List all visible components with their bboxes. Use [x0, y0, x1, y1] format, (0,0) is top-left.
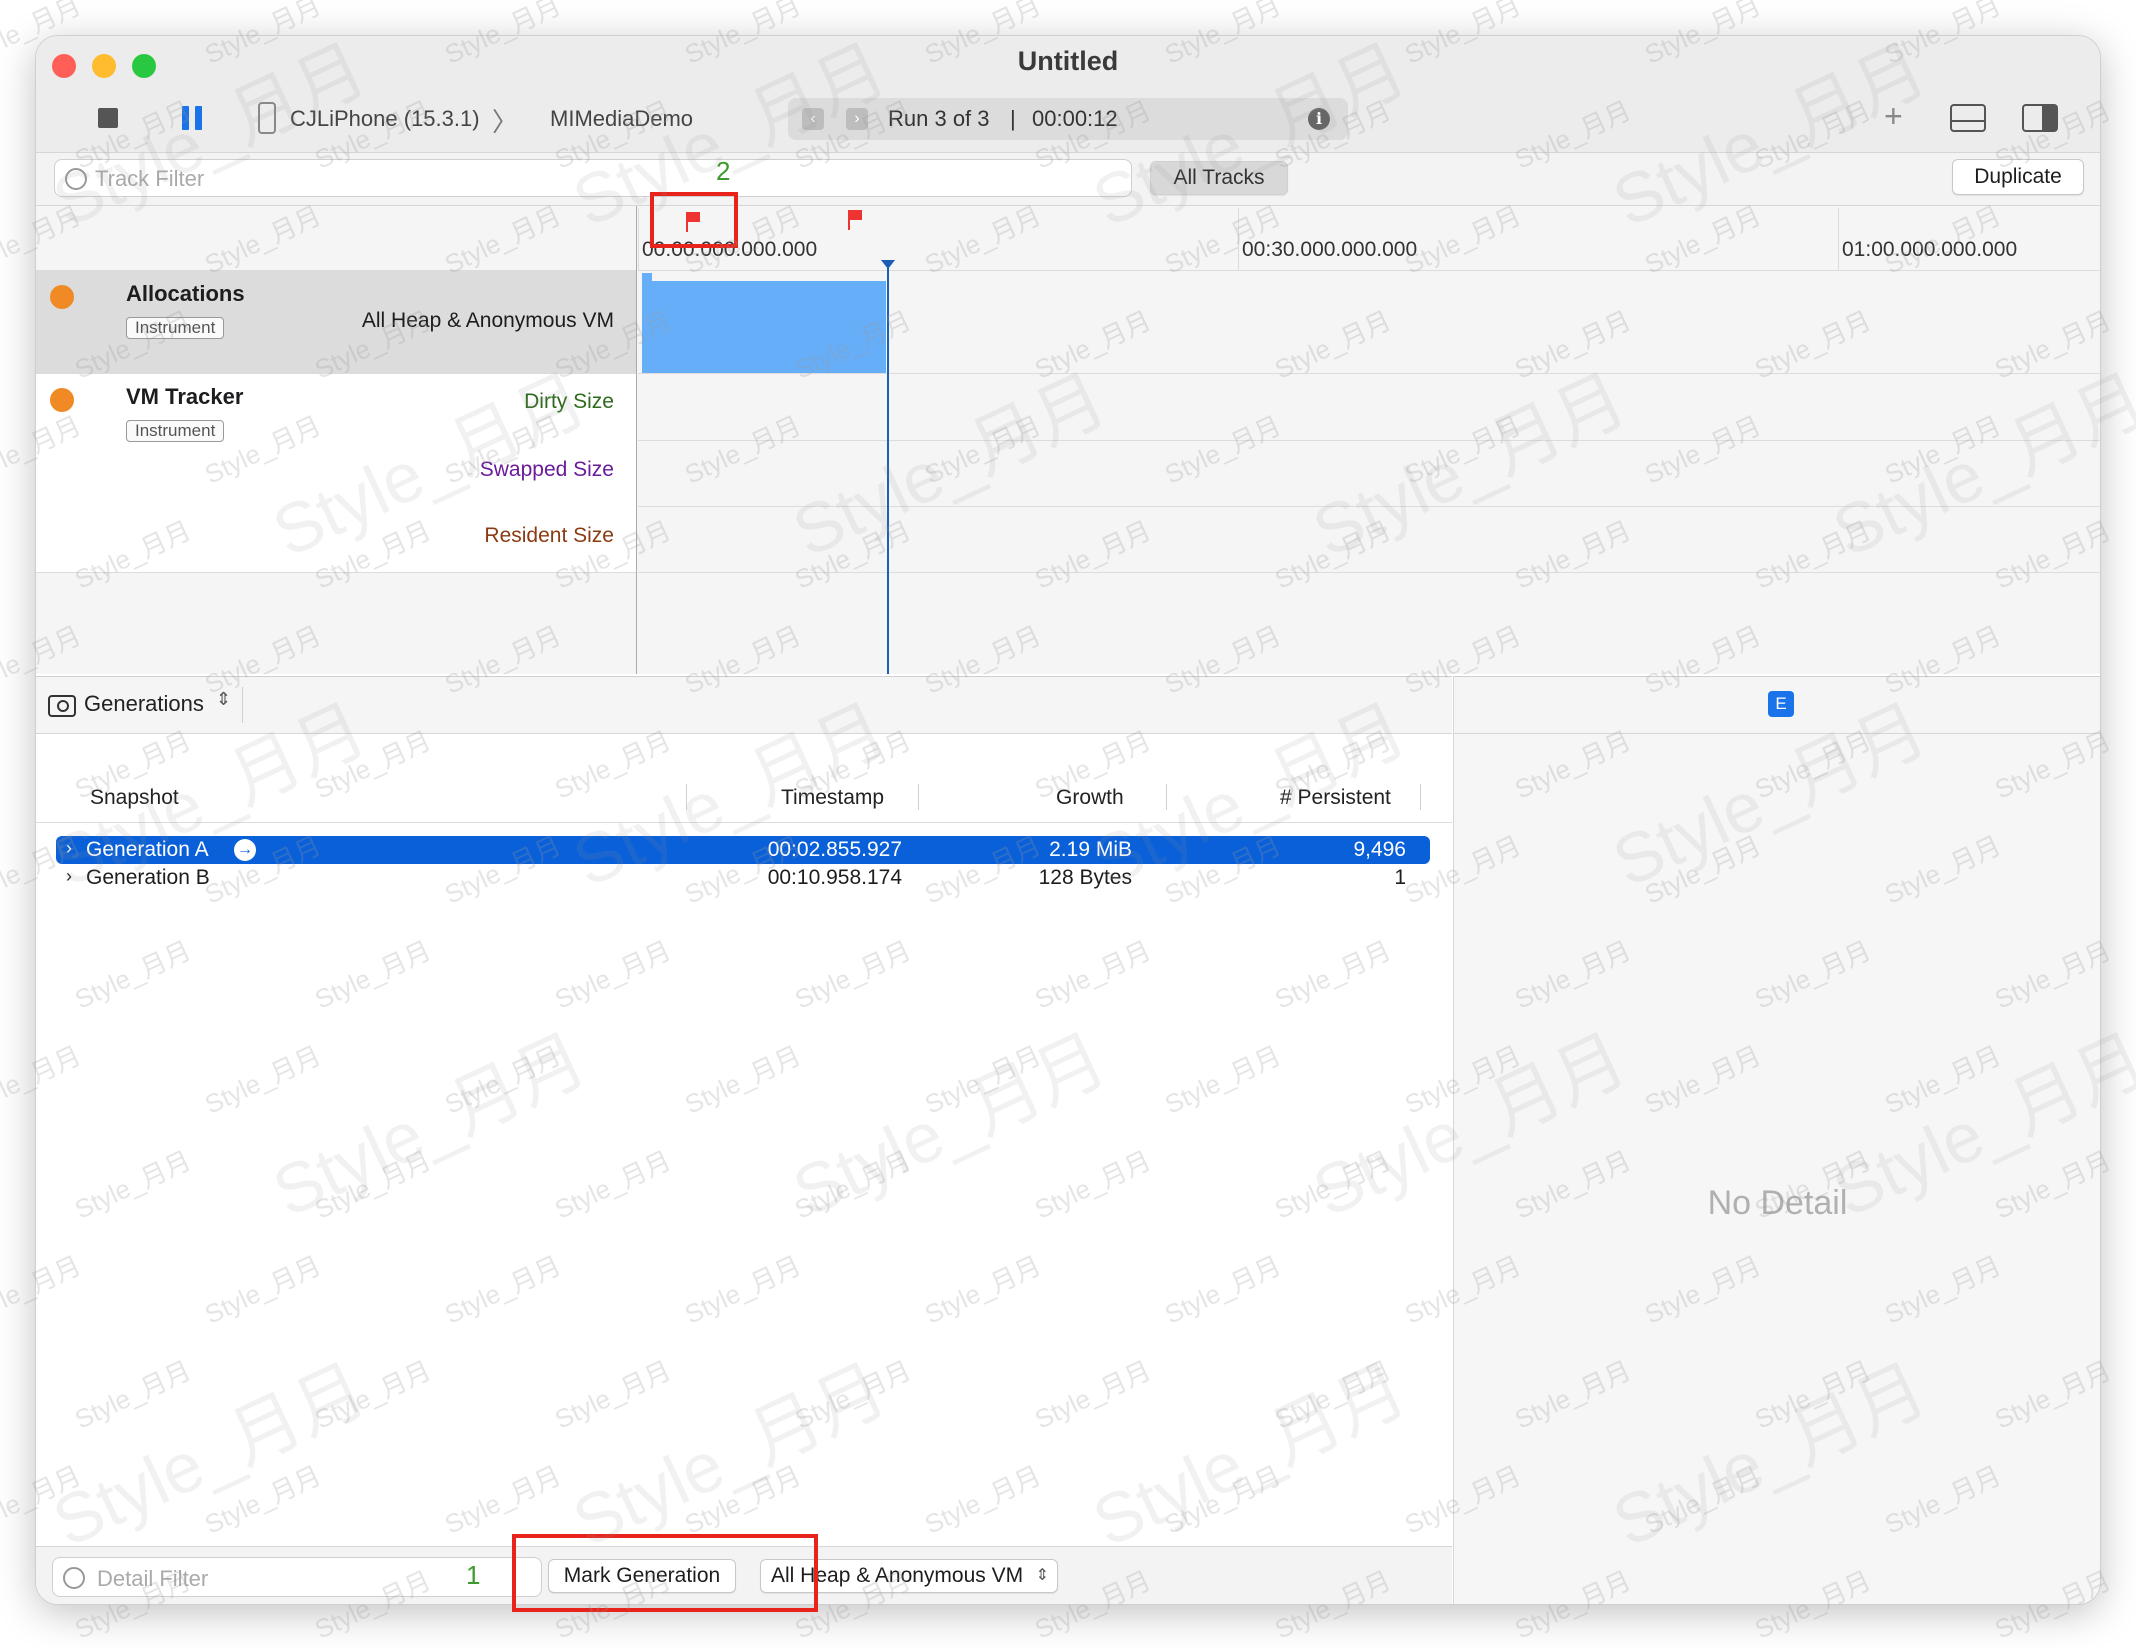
all-tracks-button[interactable]: All Tracks	[1150, 161, 1288, 195]
growth-cell: 128 Bytes	[1038, 866, 1132, 889]
updown-chevron-icon[interactable]: ⇕	[216, 689, 231, 710]
generation-flag-icon[interactable]	[848, 210, 862, 232]
series-label-resident: Resident Size	[484, 524, 614, 547]
track-name: Allocations	[126, 281, 245, 306]
disclosure-triangle-icon[interactable]: ›	[66, 838, 72, 859]
vm-tracker-graph	[638, 374, 2100, 572]
duplicate-button[interactable]: Duplicate	[1952, 159, 2084, 195]
persistent-cell: 1	[1394, 866, 1406, 889]
track-area: Allocations Instrument All Heap & Anonym…	[36, 206, 2100, 674]
instrument-badge[interactable]: Instrument	[126, 317, 225, 339]
instruments-window: Untitled CJLiPhone (15.3.1) 〉 MIMediaDem…	[36, 36, 2100, 1604]
phone-icon	[258, 102, 276, 134]
vm-tracker-instrument-icon	[50, 388, 74, 412]
right-panel-icon[interactable]	[2022, 104, 2058, 132]
chevron-right-icon: 〉	[492, 107, 519, 137]
timestamp-cell: 00:10.958.174	[767, 866, 902, 889]
camera-icon	[48, 695, 76, 717]
table-row-selected[interactable]: › Generation A → 00:02.855.927 2.19 MiB …	[56, 836, 1430, 864]
chevron-right-nav-icon[interactable]: ›	[846, 108, 868, 130]
flag-annotation-number: 2	[716, 156, 731, 186]
track-name: VM Tracker	[126, 384, 244, 409]
inspector-pane: E No Detail	[1453, 676, 2100, 1604]
track-filter-input[interactable]: Track Filter	[54, 159, 1132, 197]
plus-icon[interactable]: +	[1884, 100, 1903, 132]
track-row-vm-tracker[interactable]: VM Tracker Instrument Dirty Size Swapped…	[36, 374, 636, 572]
tick-label: 01:00.000.000.000	[1842, 238, 2018, 261]
mark-annotation-number: 1	[466, 1560, 481, 1590]
filter-icon	[65, 168, 87, 190]
bottom-panel-icon[interactable]	[1950, 104, 1986, 132]
mark-generation-highlight-box	[512, 1534, 818, 1612]
run-status: Run 3 of 3	[888, 106, 990, 131]
playhead-triangle-icon[interactable]	[881, 260, 895, 269]
pause-icon[interactable]	[182, 106, 204, 130]
allocations-instrument-icon	[50, 285, 74, 309]
detail-filter-placeholder: Detail Filter	[97, 1566, 209, 1591]
stop-icon[interactable]	[98, 108, 118, 128]
window-title: Untitled	[1017, 46, 1119, 76]
column-header-snapshot[interactable]: Snapshot	[90, 786, 179, 810]
growth-cell: 2.19 MiB	[1049, 838, 1132, 861]
toolbar: Untitled CJLiPhone (15.3.1) 〉 MIMediaDem…	[36, 36, 2100, 153]
elapsed-time: 00:00:12	[1032, 106, 1118, 131]
track-row-allocations[interactable]: Allocations Instrument All Heap & Anonym…	[36, 271, 636, 373]
allocations-graph	[638, 271, 2100, 373]
column-header-timestamp[interactable]: Timestamp	[781, 786, 884, 810]
device-selector[interactable]: CJLiPhone (15.3.1)	[290, 106, 480, 132]
disclosure-triangle-icon[interactable]: ›	[66, 866, 72, 887]
instrument-badge[interactable]: Instrument	[126, 420, 225, 442]
snapshot-name: Generation B	[86, 866, 210, 889]
column-header-growth[interactable]: Growth	[1056, 786, 1124, 810]
playhead[interactable]	[887, 260, 889, 674]
track-filter-placeholder: Track Filter	[95, 166, 205, 191]
timeline[interactable]: 00:00.000.000.000 00:30.000.000.000 01:0…	[638, 206, 2100, 674]
updown-chevron-icon: ⇕	[1035, 1567, 1049, 1584]
column-header-persistent[interactable]: # Persistent	[1280, 786, 1391, 810]
series-label-swapped: Swapped Size	[479, 458, 614, 481]
track-filter-bar: Track Filter All Tracks Duplicate	[36, 153, 2100, 206]
table-row[interactable]: › Generation B 00:10.958.174 128 Bytes 1	[56, 864, 1430, 892]
target-selector[interactable]: MIMediaDemo	[550, 106, 693, 132]
lower-pane: Generations ⇕ Snapshot Timestamp Growth …	[36, 676, 2100, 1604]
persistent-cell: 9,496	[1353, 838, 1406, 861]
navigate-arrow-icon[interactable]: →	[234, 839, 256, 861]
inspector-header: E	[1454, 676, 2100, 734]
generations-selector[interactable]: Generations	[84, 691, 204, 717]
series-label: All Heap & Anonymous VM	[361, 309, 614, 332]
chevron-left-icon[interactable]: ‹	[802, 108, 824, 130]
filter-icon	[63, 1567, 85, 1589]
track-list: Allocations Instrument All Heap & Anonym…	[36, 206, 636, 674]
run-separator: |	[1010, 106, 1016, 131]
no-detail-text: No Detail	[1707, 1184, 1848, 1222]
extended-detail-badge[interactable]: E	[1768, 691, 1794, 717]
flag-highlight-box	[650, 192, 738, 248]
timestamp-cell: 00:02.855.927	[767, 838, 902, 861]
detail-pane: Generations ⇕ Snapshot Timestamp Growth …	[36, 676, 1452, 1604]
series-label-dirty: Dirty Size	[524, 390, 614, 413]
tick-label: 00:30.000.000.000	[1242, 238, 1418, 261]
snapshot-name: Generation A	[86, 838, 209, 861]
info-icon[interactable]: i	[1308, 108, 1330, 130]
run-navigator: ‹ › Run 3 of 3 | 00:00:12 i	[788, 98, 1348, 140]
detail-header: Generations ⇕	[36, 676, 1452, 734]
